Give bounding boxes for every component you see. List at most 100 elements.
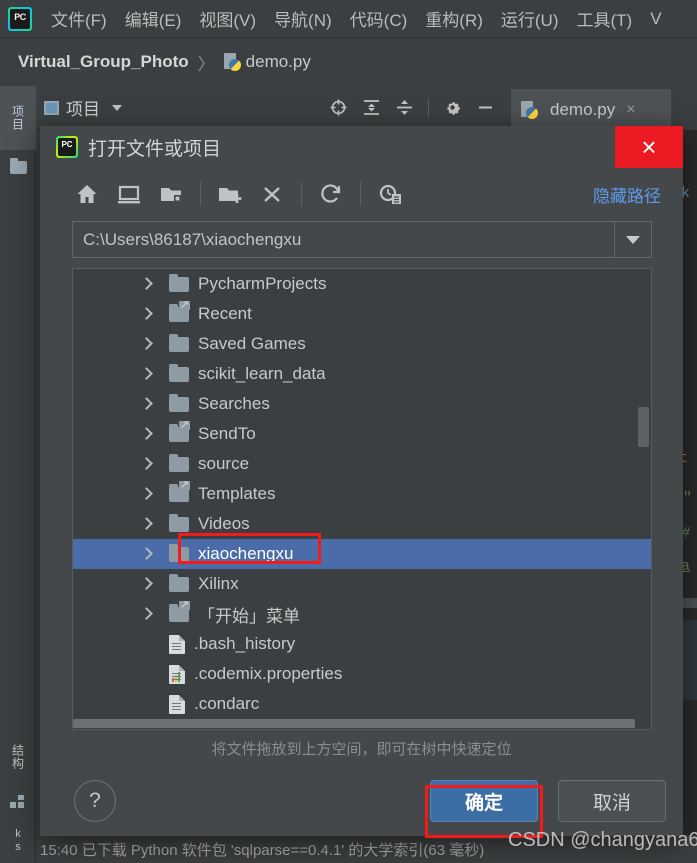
menu-item-file[interactable]: 文件(F) [42, 4, 116, 33]
properties-file-icon [169, 664, 185, 684]
breadcrumb: Virtual_Group_Photo 〉 demo.py [0, 38, 697, 86]
cancel-button[interactable]: 取消 [558, 780, 666, 822]
chevron-right-icon[interactable] [141, 399, 151, 409]
chevron-right-icon[interactable] [141, 309, 151, 319]
folder-shortcut-icon [169, 600, 190, 622]
help-button[interactable]: ? [74, 780, 116, 822]
tree-row[interactable]: scikit_learn_data [73, 359, 651, 389]
collapse-all-icon[interactable] [395, 98, 414, 117]
home-icon[interactable] [74, 182, 100, 206]
chevron-right-icon[interactable] [141, 609, 151, 619]
folder-icon [169, 453, 189, 472]
delete-icon[interactable] [259, 182, 285, 206]
menu-item-run[interactable]: 运行(U) [492, 4, 568, 33]
refresh-icon[interactable] [318, 182, 344, 206]
sidebar-item-project[interactable]: 项目 [0, 86, 36, 150]
pycharm-logo-text: PC [10, 8, 30, 29]
hide-path-link[interactable]: 隐藏路径 [593, 182, 661, 207]
path-input[interactable]: C:\Users\86187\xiaochengxu [73, 230, 614, 250]
editor-tab-strip: demo.py × [511, 86, 697, 130]
pycharm-logo-text: PC [58, 138, 76, 156]
chevron-right-icon[interactable] [141, 369, 151, 379]
minimize-icon[interactable] [476, 98, 495, 117]
chevron-right-icon[interactable] [141, 549, 151, 559]
pycharm-logo-icon: PC [56, 136, 78, 158]
tree-row[interactable]: .bash_history [73, 629, 651, 659]
new-folder-icon[interactable] [217, 182, 243, 206]
expand-all-icon[interactable] [362, 98, 381, 117]
sidebar-item-structure[interactable]: 结构 [0, 729, 36, 785]
locate-target-icon[interactable] [329, 98, 348, 117]
tree-row[interactable]: Saved Games [73, 329, 651, 359]
toolbar-divider [301, 182, 302, 206]
menu-item-edit[interactable]: 编辑(E) [116, 4, 191, 33]
menu-item-tools[interactable]: 工具(T) [568, 4, 642, 33]
dialog-footer: ? 确定 取消 [40, 774, 683, 836]
tree-vertical-scrollbar[interactable] [638, 407, 649, 447]
chevron-right-icon[interactable] [141, 459, 151, 469]
file-tree-rows: PycharmProjects Recent Saved Games scikit_l… [73, 269, 651, 729]
dialog-title-bar[interactable]: PC 打开文件或项目 × [40, 126, 683, 168]
tree-row[interactable]: Xilinx [73, 569, 651, 599]
tree-row[interactable]: Videos [73, 509, 651, 539]
folder-shortcut-icon [169, 420, 190, 442]
file-tree[interactable]: PycharmProjects Recent Saved Games scikit_l… [72, 268, 652, 730]
breadcrumb-separator-icon: 〉 [197, 54, 215, 74]
tree-row[interactable]: PycharmProjects [73, 269, 651, 299]
sidebar-item-bookmarks[interactable]: ks [0, 819, 36, 863]
settings-gear-icon[interactable] [443, 98, 462, 117]
close-icon[interactable]: × [626, 101, 635, 119]
folder-shortcut-icon [169, 480, 190, 502]
tree-row[interactable]: Recent [73, 299, 651, 329]
menu-bar: PC 文件(F) 编辑(E) 视图(V) 导航(N) 代码(C) 重构(R) 运… [0, 0, 697, 38]
chevron-right-icon[interactable] [141, 489, 151, 499]
close-icon[interactable]: × [615, 126, 683, 168]
tree-row[interactable]: SendTo [73, 419, 651, 449]
tab-label: demo.py [550, 99, 616, 119]
tree-row-label: Xilinx [198, 574, 239, 593]
tree-row-label: Saved Games [198, 334, 306, 353]
path-input-wrapper: C:\Users\86187\xiaochengxu [72, 221, 652, 258]
chevron-down-icon [626, 235, 640, 244]
menu-item-vcs[interactable]: V [641, 7, 670, 31]
dialog-title: 打开文件或项目 [88, 138, 222, 160]
project-folder-icon[interactable] [158, 182, 184, 206]
path-dropdown-button[interactable] [614, 222, 651, 257]
menu-item-refactor[interactable]: 重构(R) [416, 4, 492, 33]
tree-row-label: scikit_learn_data [198, 364, 326, 383]
tree-horizontal-scrollbar[interactable] [73, 718, 651, 729]
sidebar-item-folder[interactable] [0, 150, 36, 184]
menu-item-navigate[interactable]: 导航(N) [265, 4, 341, 33]
chevron-down-icon[interactable] [112, 104, 122, 111]
scrollbar-thumb[interactable] [73, 719, 635, 728]
tree-row[interactable]: Templates [73, 479, 651, 509]
tree-row[interactable]: source [73, 449, 651, 479]
chevron-right-icon[interactable] [141, 279, 151, 289]
left-tool-strip-bottom: 结构 ks [0, 729, 36, 863]
chevron-right-icon[interactable] [141, 429, 151, 439]
tab-demo-py[interactable]: demo.py × [511, 89, 671, 130]
show-hidden-icon[interactable] [377, 182, 403, 206]
pycharm-logo-icon: PC [8, 6, 32, 31]
chevron-right-icon[interactable] [141, 519, 151, 529]
toolbar-divider [360, 182, 361, 206]
tree-row[interactable]: 「开始」菜单 [73, 599, 651, 629]
menu-item-view[interactable]: 视图(V) [190, 4, 265, 33]
chevron-right-icon[interactable] [141, 339, 151, 349]
tree-row[interactable]: .condarc [73, 689, 651, 719]
toolbar-divider [428, 97, 429, 118]
sidebar-item-modules[interactable] [0, 785, 36, 819]
project-panel-title: 项目 [44, 95, 100, 120]
menu-item-code[interactable]: 代码(C) [341, 4, 417, 33]
chevron-right-icon[interactable] [141, 579, 151, 589]
folder-icon [9, 157, 27, 174]
folder-icon [169, 543, 189, 562]
breadcrumb-file[interactable]: demo.py [246, 52, 311, 72]
desktop-icon[interactable] [116, 182, 142, 206]
ok-button[interactable]: 确定 [430, 780, 538, 822]
tree-row[interactable]: Searches [73, 389, 651, 419]
breadcrumb-project[interactable]: Virtual_Group_Photo [18, 52, 189, 72]
tree-row[interactable]: .codemix.properties [73, 659, 651, 689]
tree-row[interactable]: xiaochengxu [73, 539, 651, 569]
tree-row-label: Videos [198, 514, 250, 533]
